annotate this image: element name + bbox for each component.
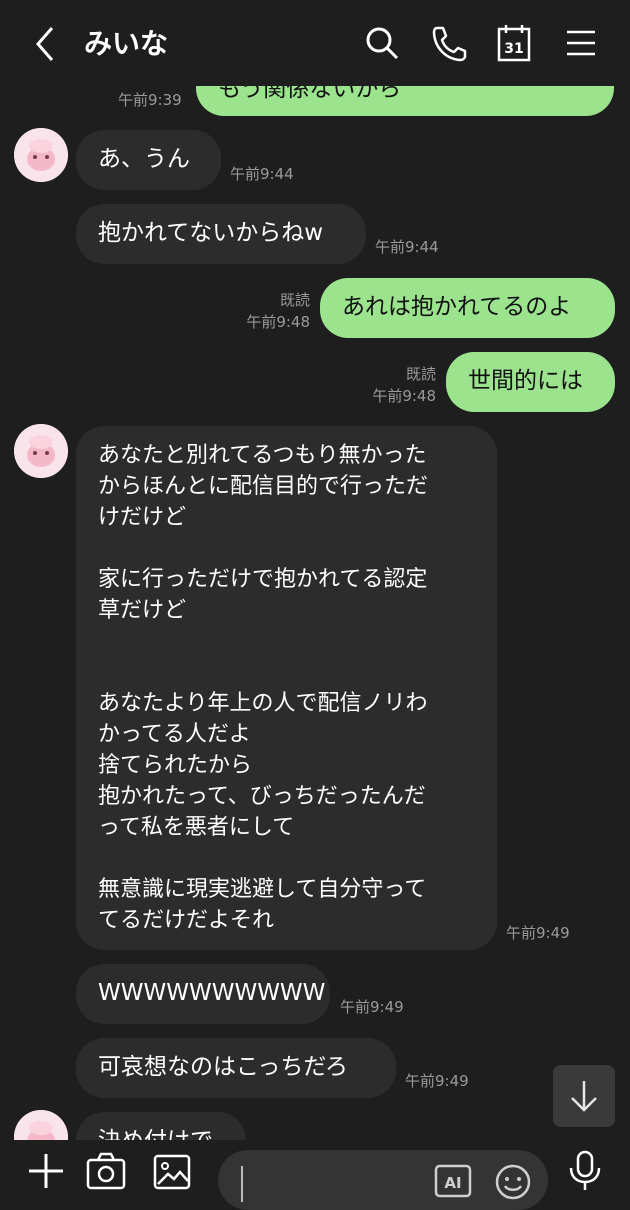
ai-icon-label: AI	[444, 1174, 461, 1192]
menu-icon[interactable]	[561, 22, 601, 64]
message-time: 午前9:49	[340, 998, 404, 1016]
message-time: 午前9:44	[230, 165, 294, 183]
chat-title: みいな	[84, 27, 169, 60]
message-bubble-received[interactable]: あ、うん	[76, 130, 221, 190]
calendar-day-label: 31	[504, 41, 523, 57]
message-bubble-received[interactable]: 可哀想なのはこっちだろ	[76, 1038, 396, 1098]
message-time: 午前9:44	[375, 238, 439, 256]
message-bubble-received[interactable]: 抱かれてないからねw	[76, 204, 366, 264]
scroll-to-bottom-button[interactable]	[553, 1065, 615, 1127]
message-bubble-received[interactable]: あなたと別れてるつもり無かった からほんとに配信目的で行っただ けだけど 家に行…	[76, 426, 497, 950]
ai-icon[interactable]: AI	[432, 1160, 474, 1202]
phone-icon[interactable]	[428, 22, 468, 64]
message-time: 午前9:48	[372, 387, 436, 405]
message-bubble-sent[interactable]: 世間的には	[446, 352, 615, 412]
camera-icon[interactable]	[84, 1148, 128, 1192]
calendar-icon[interactable]: 31	[494, 22, 534, 64]
avatar[interactable]	[14, 424, 68, 478]
image-icon[interactable]	[150, 1148, 194, 1192]
message-bubble-received[interactable]: WWWWWWWWWW	[76, 964, 330, 1024]
back-chevron-icon[interactable]	[30, 24, 60, 64]
message-time: 午前9:39	[118, 91, 182, 109]
message-input[interactable]: AI	[218, 1150, 548, 1210]
chat-header: みいな 31	[0, 0, 630, 86]
message-bubble-received[interactable]: 決め付けで	[76, 1112, 246, 1140]
plus-icon[interactable]	[24, 1148, 68, 1192]
message-time: 午前9:49	[506, 924, 570, 942]
message-input-bar: AI	[0, 1140, 630, 1210]
message-time: 午前9:48	[246, 313, 310, 331]
read-receipt: 既読	[405, 365, 436, 383]
avatar[interactable]	[14, 1110, 68, 1140]
message-time: 午前9:49	[405, 1072, 469, 1090]
arrow-down-icon	[571, 1081, 597, 1112]
emoji-icon[interactable]	[492, 1160, 534, 1202]
text-caret	[241, 1166, 243, 1202]
chat-area[interactable]: もう関係ないから 午前9:39 あ、うん 午前9:44 抱かれてないからねw 午…	[0, 0, 630, 1140]
avatar[interactable]	[14, 128, 68, 182]
read-receipt: 既読	[279, 291, 310, 309]
microphone-icon[interactable]	[563, 1148, 607, 1192]
search-icon[interactable]	[362, 22, 402, 64]
message-bubble-sent[interactable]: あれは抱かれてるのよ	[320, 278, 615, 338]
